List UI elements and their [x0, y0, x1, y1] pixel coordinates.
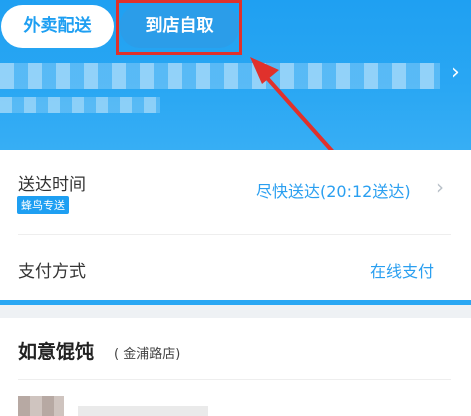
- shop-divider: [18, 379, 451, 380]
- annotation-arrow: [250, 57, 335, 154]
- dish-thumbnail: [18, 396, 64, 416]
- shop-name: 如意馄饨: [18, 341, 95, 363]
- dish-name-blurred: [78, 406, 208, 416]
- section-separator: [0, 300, 471, 305]
- payment-method-value[interactable]: 在线支付: [370, 258, 434, 282]
- annotation-arrow-line: [258, 68, 335, 154]
- annotation-arrow-head: [250, 57, 279, 84]
- payment-method-label: 支付方式: [18, 262, 86, 282]
- delivery-time-value[interactable]: 尽快送达(20:12送达): [256, 178, 411, 202]
- delivery-time-chevron-right-icon[interactable]: ›: [436, 175, 444, 199]
- delivery-time-label: 送达时间: [18, 175, 86, 195]
- row-divider: [18, 234, 451, 235]
- shop-card: [0, 318, 471, 416]
- shop-branch: ( 金浦路店): [114, 347, 181, 362]
- fengniao-badge: 蜂鸟专送: [17, 196, 69, 214]
